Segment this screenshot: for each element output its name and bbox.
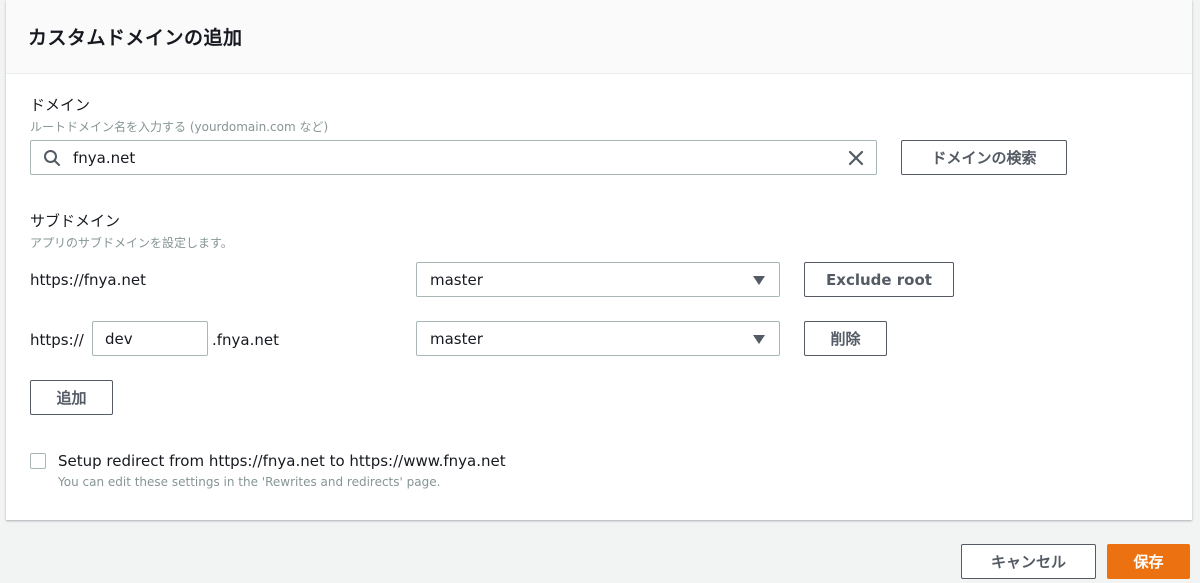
delete-subdomain-button[interactable]: 削除 [804, 321, 887, 356]
domain-search-value[interactable]: fnya.net [73, 149, 135, 167]
exclude-root-button[interactable]: Exclude root [804, 262, 954, 297]
subdomain-input[interactable]: dev [92, 321, 208, 356]
caret-down-icon [753, 275, 765, 285]
caret-down-icon [753, 334, 765, 344]
save-button[interactable]: 保存 [1107, 544, 1190, 579]
branch-select-root[interactable]: master [416, 262, 780, 297]
subdomain-prefix: https:// [30, 331, 84, 349]
redirect-checkbox[interactable] [30, 453, 46, 469]
domain-hint: ルートドメイン名を入力する (yourdomain.com など) [30, 120, 329, 134]
subdomain-suffix: .fnya.net [212, 331, 280, 349]
redirect-label[interactable]: Setup redirect from https://fnya.net to … [58, 452, 506, 470]
page-title: カスタムドメインの追加 [28, 27, 243, 49]
clear-icon[interactable] [848, 150, 864, 166]
branch-select-value: master [430, 270, 483, 289]
subdomain-root-url: https://fnya.net [30, 271, 147, 289]
panel-header: カスタムドメインの追加 [6, 0, 1192, 74]
subdomain-input-value[interactable]: dev [105, 330, 133, 348]
domain-search-input[interactable]: fnya.net [30, 140, 877, 175]
redirect-hint: You can edit these settings in the 'Rewr… [58, 475, 441, 489]
cancel-button[interactable]: キャンセル [961, 544, 1096, 579]
domain-label: ドメイン [30, 96, 91, 114]
branch-select-dev[interactable]: master [416, 321, 780, 356]
subdomain-label: サブドメイン [30, 212, 121, 230]
add-custom-domain-panel: カスタムドメインの追加 ドメイン ルートドメイン名を入力する (yourdoma… [6, 0, 1192, 520]
search-icon [44, 149, 60, 166]
search-domain-button[interactable]: ドメインの検索 [901, 140, 1067, 175]
add-subdomain-button[interactable]: 追加 [30, 380, 113, 415]
subdomain-hint: アプリのサブドメインを設定します。 [30, 236, 233, 250]
branch-select-value: master [430, 329, 483, 348]
